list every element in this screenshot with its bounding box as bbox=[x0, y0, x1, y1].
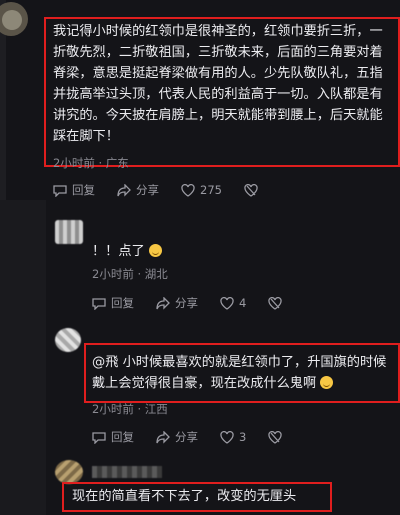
reply-icon bbox=[53, 184, 67, 197]
comment-text: 现在的简直看不下去了，改变的无厘头 bbox=[72, 489, 297, 504]
share-label: 分享 bbox=[136, 183, 159, 197]
reply-label: 回复 bbox=[111, 296, 134, 310]
comment-text: @飛 小时候最喜欢的就是红领巾了，升国旗的时候戴上会觉得很自豪，现在改成什么鬼啊 bbox=[92, 352, 392, 394]
share-icon bbox=[156, 296, 170, 310]
dislike-icon bbox=[268, 296, 282, 310]
reply-rail bbox=[0, 200, 46, 515]
avatar[interactable] bbox=[0, 2, 28, 36]
reply-button[interactable]: 回复 bbox=[92, 295, 134, 311]
dislike-icon bbox=[244, 183, 258, 197]
like-count: 3 bbox=[239, 430, 247, 444]
username[interactable] bbox=[92, 466, 162, 478]
dislike-icon bbox=[268, 430, 282, 444]
comment-meta: 2小时前 · 湖北 bbox=[92, 267, 168, 281]
share-button[interactable]: 分享 bbox=[156, 295, 198, 311]
reply-label: 回复 bbox=[72, 183, 95, 197]
reply-label: 回复 bbox=[111, 430, 134, 444]
share-button[interactable]: 分享 bbox=[117, 182, 159, 198]
reply-button[interactable]: 回复 bbox=[53, 182, 95, 198]
avatar-image bbox=[2, 10, 22, 30]
share-label: 分享 bbox=[175, 296, 198, 310]
heart-icon bbox=[181, 183, 195, 197]
grin-emoji bbox=[148, 244, 162, 257]
comment-actions: 回复 分享 3 bbox=[92, 429, 309, 445]
like-count: 4 bbox=[239, 296, 247, 310]
like-button[interactable]: 4 bbox=[220, 296, 246, 310]
like-count: 275 bbox=[200, 183, 222, 197]
comment-text: 我记得小时候的红领巾是很神圣的，红领巾要折三折，一折敬先烈，二折敬祖国，三折敬未… bbox=[53, 24, 383, 144]
laugh-cry-emoji bbox=[320, 376, 334, 389]
reply-icon bbox=[92, 297, 106, 310]
reply-button[interactable]: 回复 bbox=[92, 429, 134, 445]
heart-icon bbox=[220, 430, 234, 444]
share-label: 分享 bbox=[175, 430, 198, 444]
comment-meta: 2小时前 · 广东 bbox=[53, 156, 129, 170]
comment-actions: 回复 分享 4 bbox=[92, 295, 309, 311]
like-button[interactable]: 3 bbox=[220, 430, 246, 444]
comment-text-content: ！！点了 bbox=[92, 244, 145, 259]
like-button[interactable]: 275 bbox=[181, 183, 222, 197]
comment-text: ！！点了 bbox=[92, 241, 162, 262]
comment-text-content: @飛 小时候最喜欢的就是红领巾了，升国旗的时候戴上会觉得很自豪，现在改成什么鬼啊 bbox=[92, 355, 387, 391]
share-icon bbox=[156, 430, 170, 444]
avatar[interactable] bbox=[55, 328, 81, 352]
heart-icon bbox=[220, 296, 234, 310]
comment-meta: 2小时前 · 江西 bbox=[92, 402, 168, 416]
dislike-button[interactable] bbox=[244, 183, 263, 197]
share-button[interactable]: 分享 bbox=[156, 429, 198, 445]
dislike-button[interactable] bbox=[268, 296, 287, 310]
share-icon bbox=[117, 183, 131, 197]
comment-actions: 回复 分享 275 bbox=[53, 182, 285, 198]
avatar[interactable] bbox=[55, 220, 83, 244]
avatar[interactable] bbox=[55, 460, 83, 484]
reply-icon bbox=[92, 431, 106, 444]
dislike-button[interactable] bbox=[268, 430, 287, 444]
